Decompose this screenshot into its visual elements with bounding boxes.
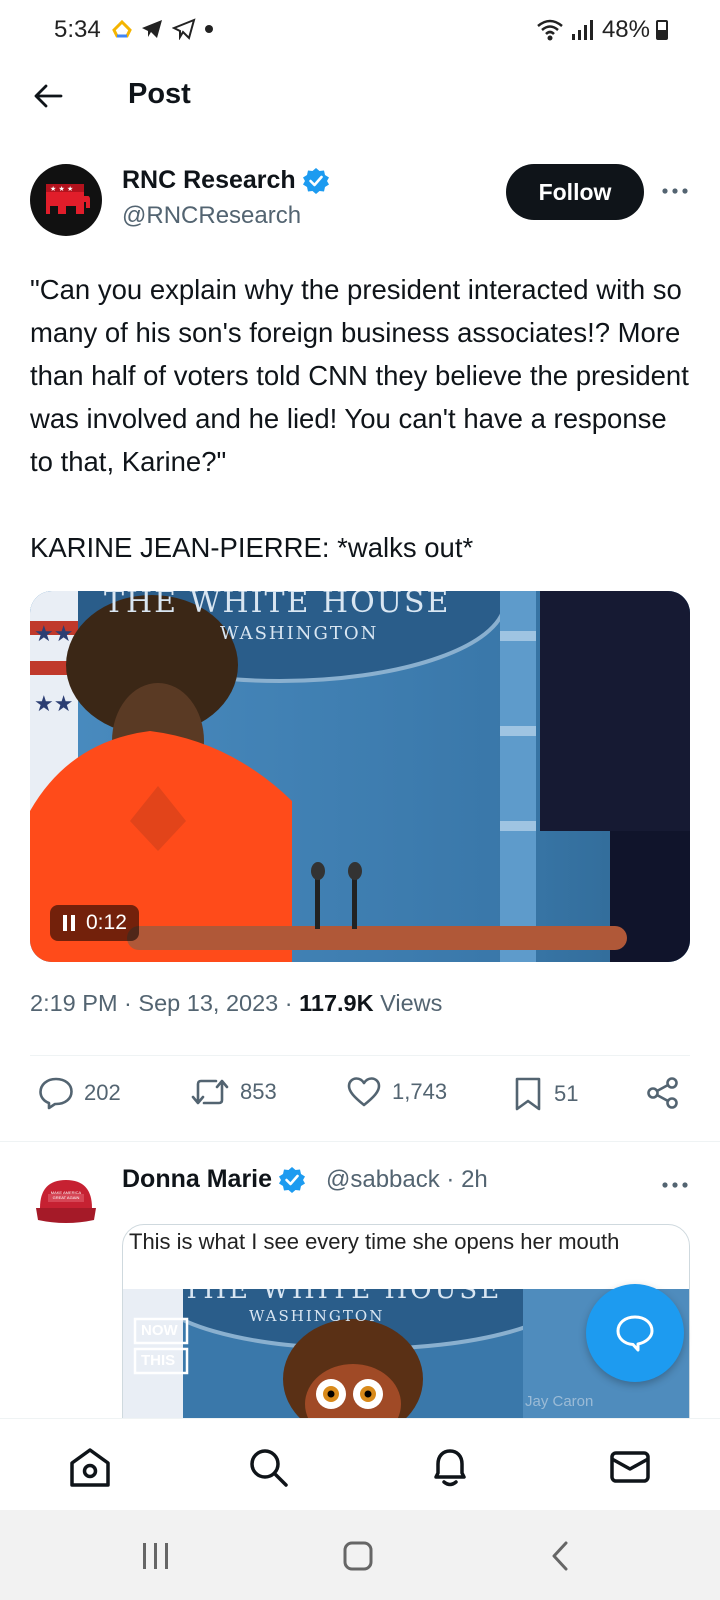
hat-text: MAKE AMERICA GREAT AGAIN — [50, 1190, 82, 1200]
svg-text:★ ★ ★: ★ ★ ★ — [50, 185, 73, 193]
views-count: 117.9K — [299, 990, 374, 1016]
video-banner-subtext: WASHINGTON — [220, 623, 379, 644]
follow-button[interactable]: Follow — [506, 164, 644, 220]
reply-image-logo-line2: THIS — [141, 1352, 176, 1369]
reply-icon — [39, 1077, 73, 1110]
video-banner-text: THE WHITE HOUSE — [104, 591, 451, 620]
reply-author-name[interactable]: Donna Marie — [122, 1165, 306, 1194]
heart-icon — [347, 1077, 381, 1107]
like-count: 1,743 — [392, 1079, 448, 1104]
chat-bubble-icon — [616, 1315, 654, 1352]
battery-icon — [656, 20, 668, 40]
reply-image-logo-line1: NOW — [141, 1322, 178, 1339]
post-more-button[interactable] — [660, 176, 690, 206]
post-video[interactable]: ★★ ★★ THE WHITE HOUSE WASHINGTON 0:12 — [30, 591, 690, 962]
arrow-left-icon — [34, 84, 63, 108]
divider — [30, 1055, 690, 1056]
verified-badge-icon — [279, 1166, 306, 1193]
system-icons: 48% — [536, 16, 668, 44]
more-horizontal-icon — [662, 188, 688, 194]
bookmark-button[interactable]: 51 — [512, 1076, 578, 1112]
share-button[interactable] — [646, 1076, 680, 1110]
bell-icon — [434, 1449, 466, 1487]
telegram-outline-icon — [172, 18, 196, 40]
share-icon — [647, 1077, 678, 1109]
home-square-icon — [343, 1541, 373, 1571]
recents-icon — [143, 1543, 168, 1569]
compose-reply-button[interactable] — [586, 1284, 684, 1382]
elephant-logo-icon: ★ ★ ★ — [46, 184, 90, 214]
system-nav-bar — [0, 1510, 720, 1600]
author-avatar[interactable]: ★ ★ ★ — [30, 164, 102, 236]
video-time: 0:12 — [86, 911, 127, 934]
app-header: Post — [0, 64, 720, 130]
author-name-text: RNC Research — [122, 166, 296, 194]
signal-icon — [571, 20, 593, 40]
bookmark-icon — [515, 1077, 541, 1111]
views-label: Views — [373, 990, 443, 1016]
chevron-left-icon — [552, 1541, 568, 1571]
home-notification-icon — [112, 19, 132, 38]
dot-icon — [205, 25, 213, 33]
video-time-badge[interactable]: 0:12 — [50, 905, 139, 941]
reply-author-handle[interactable]: @sabback · 2h — [326, 1166, 488, 1194]
verified-badge-icon — [302, 167, 329, 194]
mail-icon — [610, 1451, 650, 1483]
post-meta: 2:19 PM · Sep 13, 2023 · 117.9K Views — [30, 990, 442, 1017]
svg-text:★★: ★★ — [34, 622, 73, 647]
bookmark-count: 51 — [554, 1081, 579, 1106]
status-time: 5:34 — [54, 16, 101, 43]
tab-search[interactable] — [244, 1443, 292, 1491]
home-system-button[interactable] — [334, 1534, 382, 1578]
reply-image-subbanner: WASHINGTON — [249, 1307, 385, 1325]
maga-hat-image — [36, 1180, 96, 1223]
reply-button[interactable]: 202 — [38, 1076, 121, 1110]
reply-more-button[interactable] — [660, 1170, 690, 1200]
reply-image-watermark: Jay Caron — [525, 1393, 594, 1410]
search-icon — [250, 1449, 288, 1487]
author-handle[interactable]: @RNCResearch — [122, 202, 301, 230]
back-system-button[interactable] — [536, 1534, 584, 1578]
tab-home[interactable] — [66, 1443, 114, 1491]
telegram-icon — [142, 20, 162, 38]
status-bar: 5:34 48% — [0, 0, 720, 64]
back-button[interactable] — [26, 74, 70, 118]
reply-count: 202 — [84, 1080, 121, 1105]
pause-icon — [63, 915, 75, 931]
reply-caption: This is what I see every time she opens … — [129, 1229, 620, 1254]
like-button[interactable]: 1,743 — [346, 1076, 447, 1108]
tab-messages[interactable] — [606, 1443, 654, 1491]
repost-icon — [191, 1079, 229, 1105]
home-icon — [70, 1448, 110, 1487]
post-actions: 202 853 1,743 51 — [0, 1076, 720, 1122]
reply-author-name-text: Donna Marie — [122, 1165, 273, 1193]
recents-button[interactable] — [132, 1534, 180, 1578]
notification-icons — [112, 18, 214, 40]
wifi-icon — [537, 19, 563, 41]
post-text: "Can you explain why the president inter… — [30, 274, 689, 563]
reply-image-banner: THE WHITE HOUSE — [183, 1289, 503, 1305]
repost-count: 853 — [240, 1079, 277, 1104]
battery-percent: 48% — [601, 16, 650, 43]
page-title: Post — [128, 78, 191, 110]
more-horizontal-icon — [662, 1182, 688, 1188]
tab-notifications[interactable] — [426, 1443, 474, 1491]
repost-button[interactable]: 853 — [190, 1076, 277, 1108]
svg-text:★★: ★★ — [34, 692, 73, 717]
author-name[interactable]: RNC Research — [122, 166, 330, 195]
reply-avatar[interactable]: MAKE AMERICA GREAT AGAIN — [34, 1172, 98, 1228]
bottom-tab-bar — [0, 1418, 720, 1510]
post-timestamp: 2:19 PM · Sep 13, 2023 · — [30, 990, 300, 1016]
divider — [0, 1141, 720, 1142]
